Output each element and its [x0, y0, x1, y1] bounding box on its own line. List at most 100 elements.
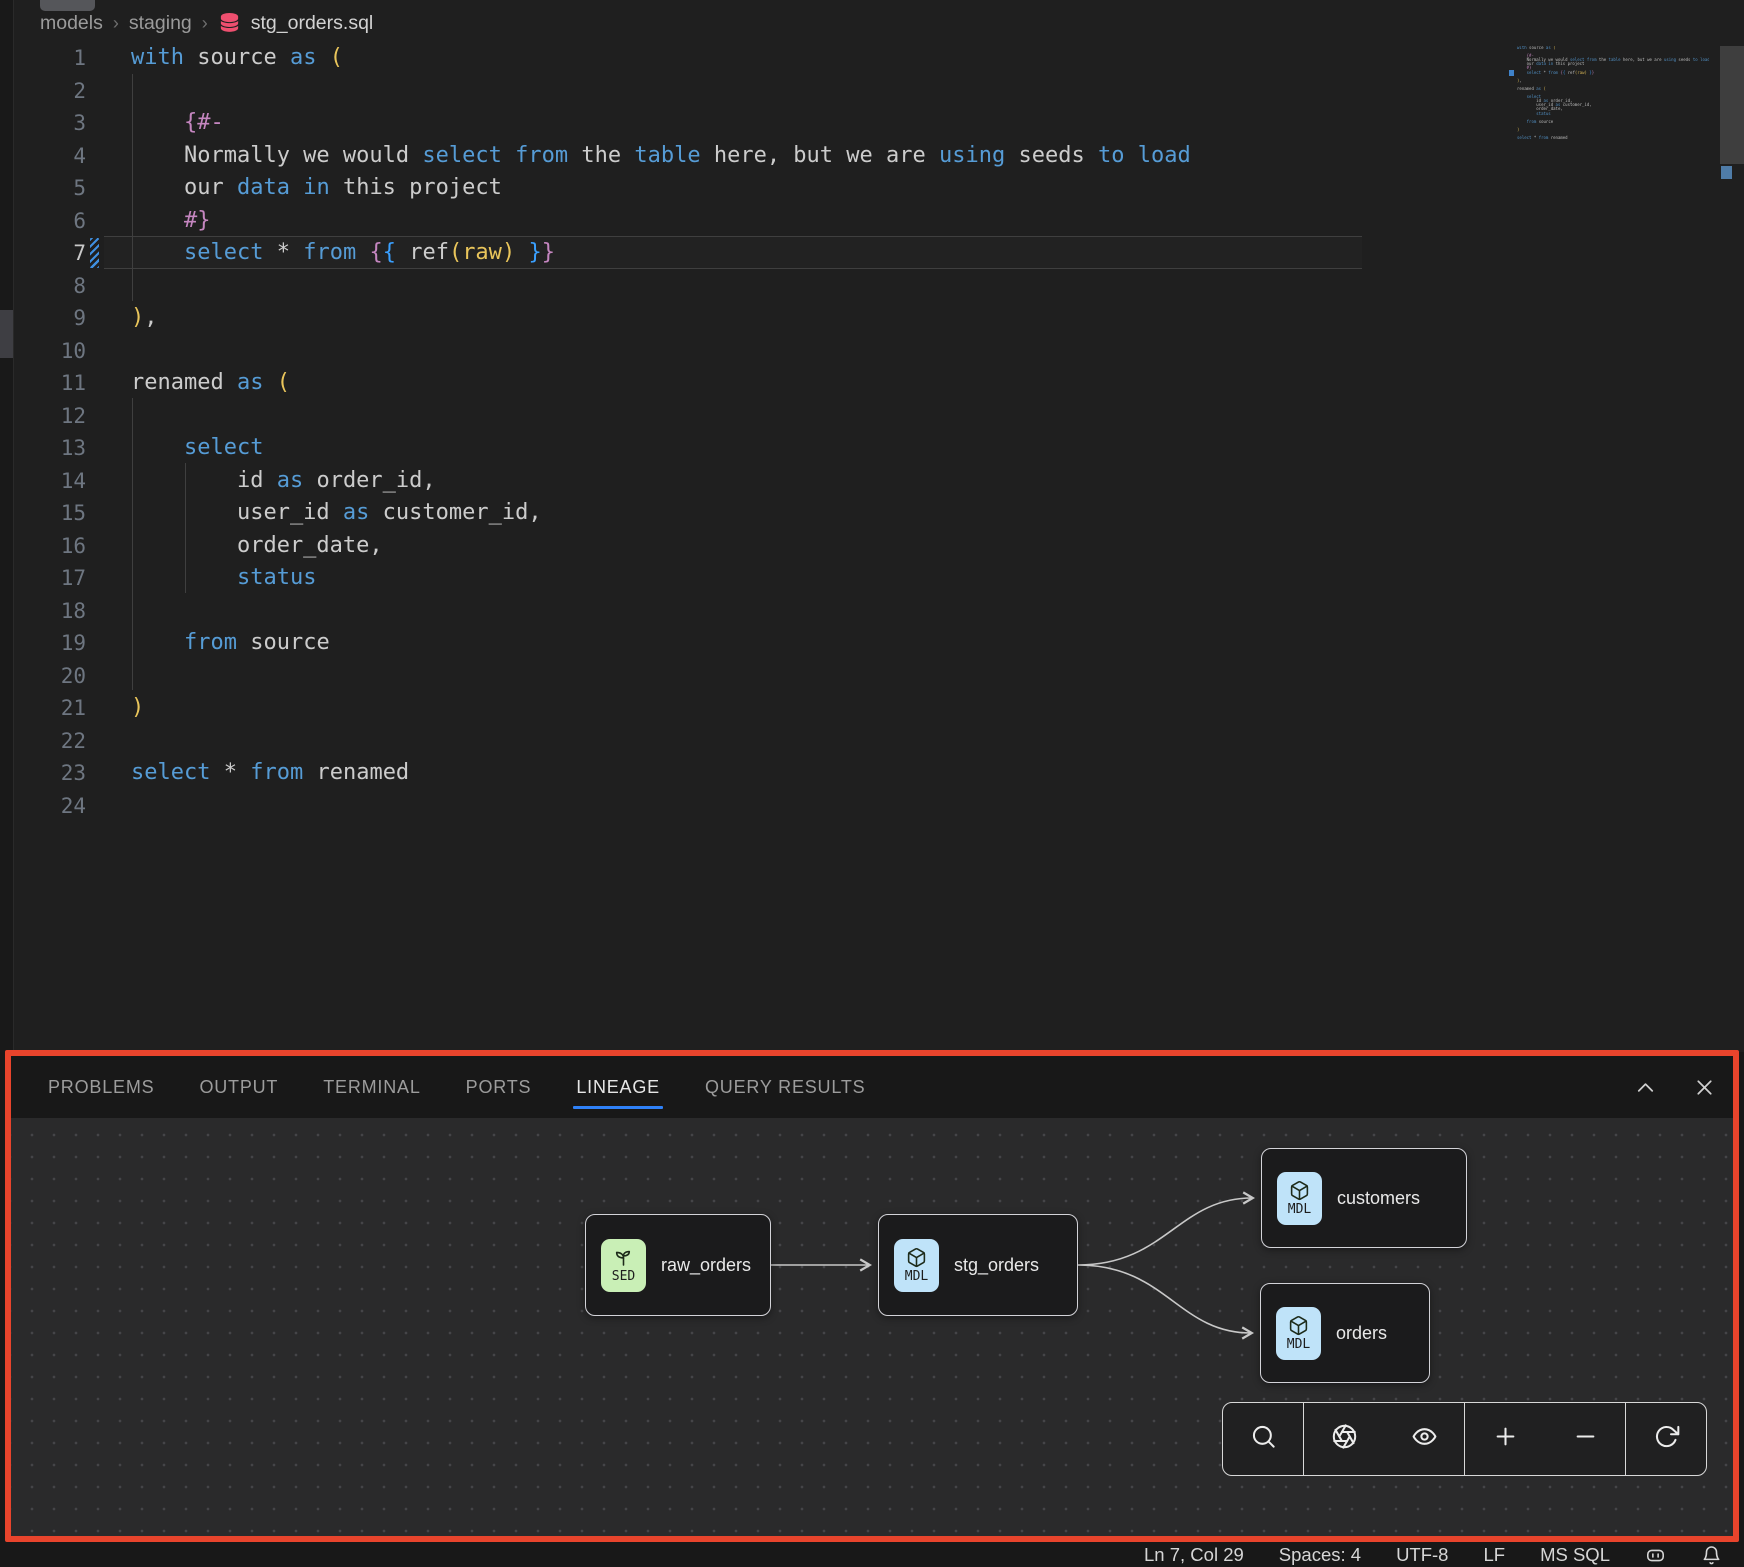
cube-icon: MDL [1277, 1172, 1322, 1225]
status-ms-sql[interactable]: MS SQL [1540, 1544, 1610, 1566]
seedling-icon: SED [601, 1239, 646, 1292]
code-line[interactable]: 21) [0, 692, 1744, 725]
status-spaces-4[interactable]: Spaces: 4 [1279, 1544, 1361, 1566]
line-number[interactable]: 24 [20, 790, 86, 823]
line-number[interactable]: 12 [20, 400, 86, 433]
lineage-toolbar [1222, 1402, 1707, 1476]
line-number[interactable]: 19 [20, 627, 86, 660]
refresh-icon [1653, 1423, 1680, 1455]
line-number[interactable]: 23 [20, 757, 86, 790]
status-lf[interactable]: LF [1483, 1544, 1505, 1566]
code-editor[interactable]: 1with source as (23 {#-4 Normally we wou… [0, 0, 1744, 1052]
code-text: ) [131, 692, 144, 725]
line-number[interactable]: 13 [20, 432, 86, 465]
tab-query-results[interactable]: QUERY RESULTS [705, 1056, 865, 1118]
aperture-button[interactable] [1304, 1403, 1384, 1475]
code-line[interactable]: 5 our data in this project [0, 172, 1744, 205]
code-text: select * from {{ ref(raw) }} [131, 237, 555, 270]
code-line[interactable]: 9), [0, 302, 1744, 335]
code-line[interactable]: 17 status [0, 562, 1744, 595]
line-number[interactable]: 2 [20, 75, 86, 108]
status-utf-8[interactable]: UTF-8 [1396, 1544, 1448, 1566]
line-number[interactable]: 16 [20, 530, 86, 563]
cube-icon: MDL [894, 1239, 939, 1292]
eye-button[interactable] [1384, 1403, 1464, 1475]
code-line[interactable]: 2 [0, 75, 1744, 108]
code-line[interactable]: 24 [0, 790, 1744, 823]
lineage-node-raw_orders[interactable]: SED raw_orders [585, 1214, 771, 1316]
line-number[interactable]: 6 [20, 205, 86, 238]
line-number[interactable]: 21 [20, 692, 86, 725]
line-number[interactable]: 15 [20, 497, 86, 530]
status-ln-7-col-29[interactable]: Ln 7, Col 29 [1144, 1544, 1244, 1566]
node-badge: MDL [1288, 1202, 1311, 1217]
line-number[interactable]: 5 [20, 172, 86, 205]
zoom-in-button[interactable] [1465, 1403, 1545, 1475]
code-line[interactable]: 23select * from renamed [0, 757, 1744, 790]
code-line[interactable]: 18 [0, 595, 1744, 628]
node-label: raw_orders [661, 1255, 751, 1276]
code-text: ), [131, 302, 158, 335]
code-text: renamed as ( [131, 367, 290, 400]
code-line[interactable]: 6 #} [0, 205, 1744, 238]
line-number[interactable]: 3 [20, 107, 86, 140]
line-number[interactable]: 20 [20, 660, 86, 693]
code-line[interactable]: 20 [0, 660, 1744, 693]
line-number[interactable]: 7 [20, 237, 86, 270]
tab-problems[interactable]: PROBLEMS [48, 1056, 154, 1118]
code-text: Normally we would select from the table … [131, 140, 1191, 173]
tab-ports[interactable]: PORTS [466, 1056, 532, 1118]
line-number[interactable]: 9 [20, 302, 86, 335]
cube-icon: MDL [1276, 1307, 1321, 1360]
eye-icon [1411, 1423, 1438, 1455]
code-line[interactable]: 8 [0, 270, 1744, 303]
refresh-button[interactable] [1626, 1403, 1706, 1475]
line-number[interactable]: 17 [20, 562, 86, 595]
code-line[interactable]: 14 id as order_id, [0, 465, 1744, 498]
code-text: id as order_id, [131, 465, 436, 498]
code-line[interactable]: 16 order_date, [0, 530, 1744, 563]
chevron-up-icon[interactable] [1634, 1076, 1657, 1099]
code-line[interactable]: 10 [0, 335, 1744, 368]
code-line[interactable]: 13 select [0, 432, 1744, 465]
node-badge: MDL [905, 1269, 928, 1284]
line-number[interactable]: 14 [20, 465, 86, 498]
code-line[interactable]: 3 {#- [0, 107, 1744, 140]
code-line[interactable]: 11 renamed as ( [0, 367, 1744, 400]
line-number[interactable]: 11 [20, 367, 86, 400]
status-bar: Ln 7, Col 29 Spaces: 4 UTF-8 LF MS SQL [0, 1543, 1744, 1567]
code-line[interactable]: 22 [0, 725, 1744, 758]
node-badge: SED [612, 1269, 635, 1284]
tab-terminal[interactable]: TERMINAL [323, 1056, 420, 1118]
code-line[interactable]: 15 user_id as customer_id, [0, 497, 1744, 530]
lineage-node-stg_orders[interactable]: MDLstg_orders [878, 1214, 1078, 1316]
lineage-node-customers[interactable]: MDLcustomers [1261, 1148, 1467, 1248]
tab-lineage[interactable]: LINEAGE [576, 1056, 660, 1118]
code-line[interactable]: 4 Normally we would select from the tabl… [0, 140, 1744, 173]
line-number[interactable]: 1 [20, 42, 86, 75]
line-number[interactable]: 18 [20, 595, 86, 628]
zoom-out-icon [1572, 1423, 1599, 1455]
code-line[interactable]: 1with source as ( [0, 42, 1744, 75]
panel-tab-bar: PROBLEMS OUTPUT TERMINAL PORTS LINEAGE QUERY … [0, 1056, 1744, 1118]
tab-output[interactable]: OUTPUT [199, 1056, 278, 1118]
zoom-out-button[interactable] [1545, 1403, 1625, 1475]
aperture-icon [1331, 1423, 1358, 1455]
lineage-canvas[interactable]: SEDraw_ordersMDLstg_ordersMDLcustomersMD… [8, 1118, 1736, 1536]
code-text: status [131, 562, 316, 595]
line-number[interactable]: 22 [20, 725, 86, 758]
search-button[interactable] [1223, 1403, 1303, 1475]
bell-icon[interactable] [1701, 1545, 1722, 1566]
copilot-icon[interactable] [1645, 1545, 1666, 1566]
close-panel-icon[interactable] [1693, 1076, 1716, 1099]
search-icon [1250, 1423, 1277, 1455]
line-number[interactable]: 4 [20, 140, 86, 173]
line-number[interactable]: 8 [20, 270, 86, 303]
code-text: order_date, [131, 530, 383, 563]
line-number[interactable]: 10 [20, 335, 86, 368]
code-line[interactable]: 7 select * from {{ ref(raw) }} [0, 237, 1744, 270]
lineage-node-orders[interactable]: MDLorders [1260, 1283, 1430, 1383]
code-line[interactable]: 19 from source [0, 627, 1744, 660]
toolbar-group [1223, 1403, 1303, 1475]
code-line[interactable]: 12 [0, 400, 1744, 433]
